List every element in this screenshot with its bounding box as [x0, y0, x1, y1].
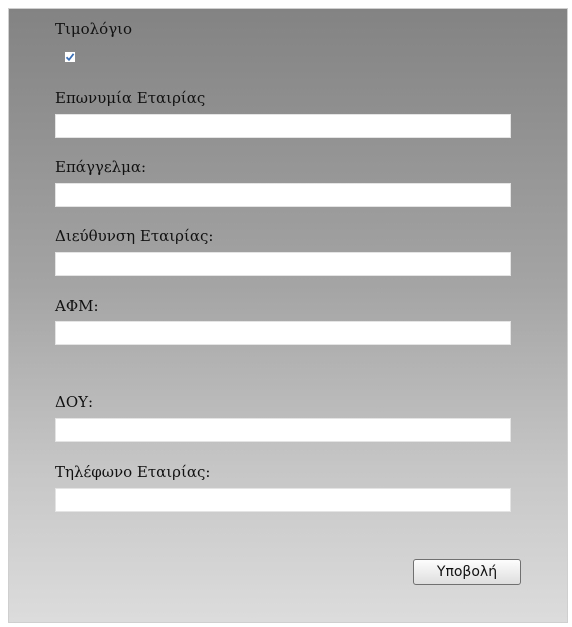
- submit-button[interactable]: Υποβολή: [413, 559, 521, 585]
- tax-id-input[interactable]: [55, 321, 511, 345]
- company-phone-label: Τηλέφωνο Εταιρίας:: [55, 463, 211, 481]
- tax-office-label: ΔΟΥ:: [55, 393, 94, 411]
- tax-office-input[interactable]: [55, 418, 511, 442]
- company-name-label: Επωνυμία Εταιρίας: [55, 89, 206, 107]
- checkmark-icon: [65, 53, 75, 62]
- company-address-label: Διεύθυνση Εταιρίας:: [55, 227, 214, 245]
- tax-id-label: ΑΦΜ:: [55, 297, 99, 315]
- company-phone-input[interactable]: [55, 488, 511, 512]
- invoice-checkbox[interactable]: [64, 51, 76, 63]
- company-address-input[interactable]: [55, 252, 511, 276]
- profession-input[interactable]: [55, 183, 511, 207]
- company-name-input[interactable]: [55, 114, 511, 138]
- invoice-label: Τιμολόγιο: [55, 20, 133, 38]
- profession-label: Επάγγελμα:: [55, 158, 147, 176]
